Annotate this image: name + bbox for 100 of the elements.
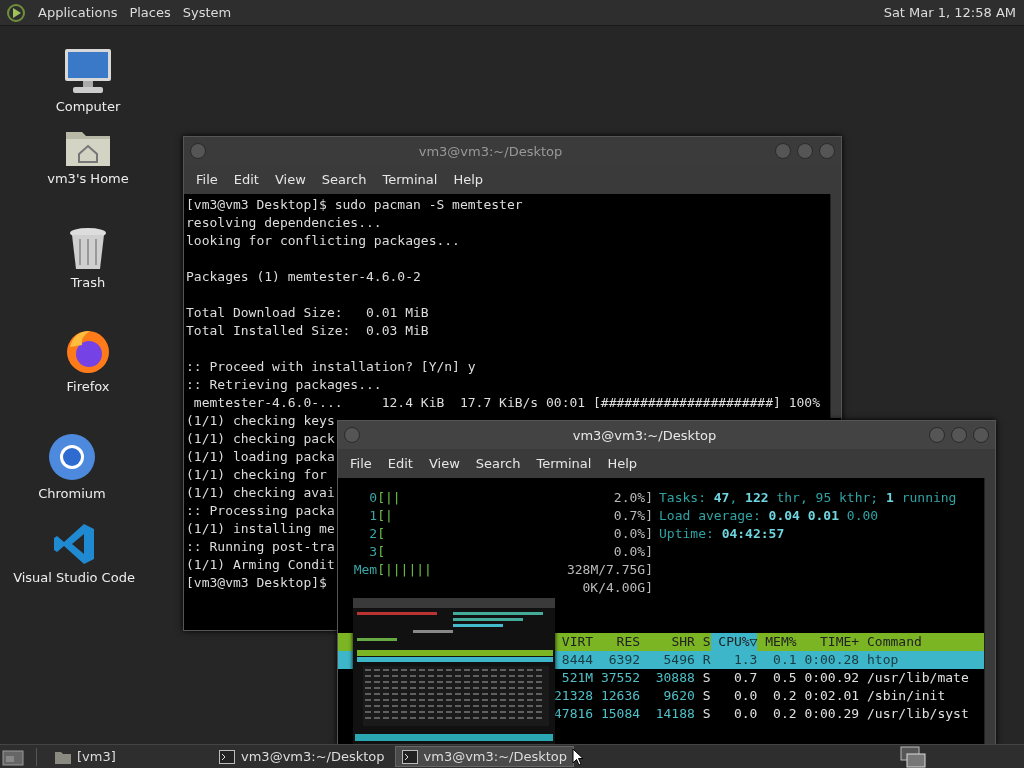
desktop-icon-label[interactable]: Computer xyxy=(55,99,121,114)
terminal-line: (1/1) checking pack xyxy=(186,431,335,446)
table-cell-text: S xyxy=(701,669,711,687)
menu-item[interactable]: Search xyxy=(467,456,529,471)
table-cell-text: 12636 xyxy=(599,687,641,705)
column-header[interactable]: RES xyxy=(593,633,641,651)
menu-item[interactable]: View xyxy=(420,456,468,471)
terminal-line: (1/1) checking for xyxy=(186,467,327,482)
table-cell-text: 0.1 xyxy=(772,651,797,669)
title-bar[interactable]: vm3@vm3:~/Desktop xyxy=(184,137,841,165)
terminal-icon xyxy=(219,749,235,764)
table-cell-text: 5496 xyxy=(662,651,695,669)
terminal-line: (1/1) Arming Condit xyxy=(186,557,335,572)
meter-reading: 0.0%] xyxy=(613,525,653,543)
minimize-button[interactable] xyxy=(929,427,945,443)
maximize-button[interactable] xyxy=(797,143,813,159)
column-header[interactable]: CPU%▽ xyxy=(710,633,758,651)
taskbar-button[interactable]: [vm3] xyxy=(49,746,209,767)
scrollbar[interactable] xyxy=(984,478,995,746)
panel-menu[interactable]: Places xyxy=(127,5,173,20)
menu-item[interactable]: File xyxy=(188,172,226,187)
terminal-line: Packages (1) memtester-4.6.0-2 xyxy=(186,269,421,284)
panel-menu[interactable]: Applications xyxy=(36,5,120,20)
taskbar-button[interactable]: vm3@vm3:~/Desktop xyxy=(213,746,391,767)
folder-icon xyxy=(55,749,71,764)
menu-item[interactable]: File xyxy=(342,456,380,471)
window-menu-button[interactable] xyxy=(344,427,360,443)
table-cell-text: S xyxy=(701,705,711,723)
column-header[interactable]: SHR xyxy=(640,633,695,651)
show-desktop-icon[interactable] xyxy=(2,747,24,766)
column-header[interactable]: S xyxy=(694,633,711,651)
table-cell-text: 0:00.28 xyxy=(803,651,860,669)
column-header[interactable]: MEM% xyxy=(757,633,797,651)
logo-icon[interactable] xyxy=(6,2,26,23)
close-button[interactable] xyxy=(973,427,989,443)
process-row[interactable]: 47816 15084 14188 S 0.0 0.2 0:00.29 /usr/lib/syst xyxy=(338,705,984,723)
terminal-line: [vm3@vm3 Desktop]$ sudo pacman -S memtester xyxy=(186,197,523,212)
code-editor-icon[interactable] xyxy=(52,522,96,566)
desktop-icon-label[interactable]: vm3's Home xyxy=(47,171,129,186)
menu-item[interactable]: View xyxy=(266,172,314,187)
desktop-icon-label[interactable]: Visual Studio Code xyxy=(13,570,135,585)
meter-reading: 328M/7.75G] xyxy=(566,561,653,579)
clock[interactable]: Sat Mar 1, 12:58 AM xyxy=(883,5,1018,20)
table-cell: 47816 xyxy=(554,705,594,723)
cursor-icon xyxy=(572,748,584,766)
close-button[interactable] xyxy=(819,143,835,159)
browser-icon[interactable] xyxy=(47,432,97,482)
table-cell-text: 0.0 xyxy=(732,705,758,723)
maximize-button[interactable] xyxy=(951,427,967,443)
workspace-switcher-icon[interactable] xyxy=(900,745,926,768)
meter-reading: 0K/4.00G] xyxy=(582,579,653,597)
terminal-line: (1/1) installing me xyxy=(186,521,335,536)
desktop-icon-label[interactable]: Firefox xyxy=(66,379,110,394)
menu-item[interactable]: Terminal xyxy=(528,456,600,471)
window-menu-button[interactable] xyxy=(190,143,206,159)
column-header[interactable]: Command xyxy=(859,633,984,651)
table-cell-text: 30888 xyxy=(654,669,695,687)
table-cell-text: R xyxy=(701,651,711,669)
system-info: Uptime: 04:42:57 xyxy=(659,526,785,541)
column-header[interactable]: VIRT xyxy=(554,633,594,651)
menu-item[interactable]: Edit xyxy=(379,456,421,471)
table-cell-text: S xyxy=(701,687,711,705)
table-cell-text: /usr/lib/mate xyxy=(866,669,970,687)
menu-item[interactable]: Search xyxy=(313,172,375,187)
table-cell-text: 0.0 xyxy=(732,687,758,705)
table-cell-text: 1.3 xyxy=(732,651,758,669)
terminal-line: memtester-4.6.0-... 12.4 KiB 17.7 KiB/s 00:01 [######################] 100% xyxy=(192,395,820,410)
desktop-icon-label[interactable]: Chromium xyxy=(38,486,106,501)
meter-reading: 0.0%] xyxy=(613,543,653,561)
meter-label: 3 xyxy=(369,544,378,559)
scrollbar[interactable] xyxy=(830,194,841,418)
terminal-line: Total Installed Size: 0.03 MiB xyxy=(186,323,429,338)
menu-item[interactable]: Edit xyxy=(225,172,267,187)
column-header[interactable]: TIME+ xyxy=(796,633,860,651)
table-cell-text: 37552 xyxy=(599,669,641,687)
meter-text: [ xyxy=(377,525,385,543)
terminal-icon xyxy=(401,749,418,764)
meter-reading: 2.0%] xyxy=(613,489,653,507)
terminal-line: :: Running post-tra xyxy=(186,539,335,554)
meter-label: 0 xyxy=(369,490,378,505)
window-title: vm3@vm3:~/Desktop xyxy=(417,143,564,159)
desktop-icon-label[interactable]: Trash xyxy=(70,275,106,290)
title-bar[interactable]: vm3@vm3:~/Desktop xyxy=(338,421,995,449)
trash-icon[interactable] xyxy=(68,227,108,271)
table-cell-text: /sbin/init xyxy=(866,687,947,705)
table-cell-text: 8444 xyxy=(560,651,594,669)
menu-item[interactable]: Help xyxy=(599,456,646,471)
menu-item[interactable]: Terminal xyxy=(374,172,446,187)
taskbar-button[interactable]: vm3@vm3:~/Desktop xyxy=(394,746,575,767)
menu-item[interactable]: Help xyxy=(445,172,492,187)
minimize-button[interactable] xyxy=(775,143,791,159)
panel-menu[interactable]: System xyxy=(180,5,234,20)
table-cell-text: 0.7 xyxy=(732,669,758,687)
monitor-icon[interactable] xyxy=(63,47,113,95)
terminal-line: (1/1) loading packa xyxy=(186,449,335,464)
table-cell-text: htop xyxy=(866,651,900,669)
terminal-line: (1/1) checking avai xyxy=(186,485,335,500)
terminal-line: :: Proceed with installation? [Y/n] y xyxy=(186,359,476,374)
process-row[interactable]: 521M 37552 30888 S 0.7 0.5 0:00.92 /usr/lib/mate xyxy=(338,669,984,687)
process-row[interactable]: 21328 12636 9620 S 0.0 0.2 0:02.01 /sbin/init xyxy=(338,687,984,705)
